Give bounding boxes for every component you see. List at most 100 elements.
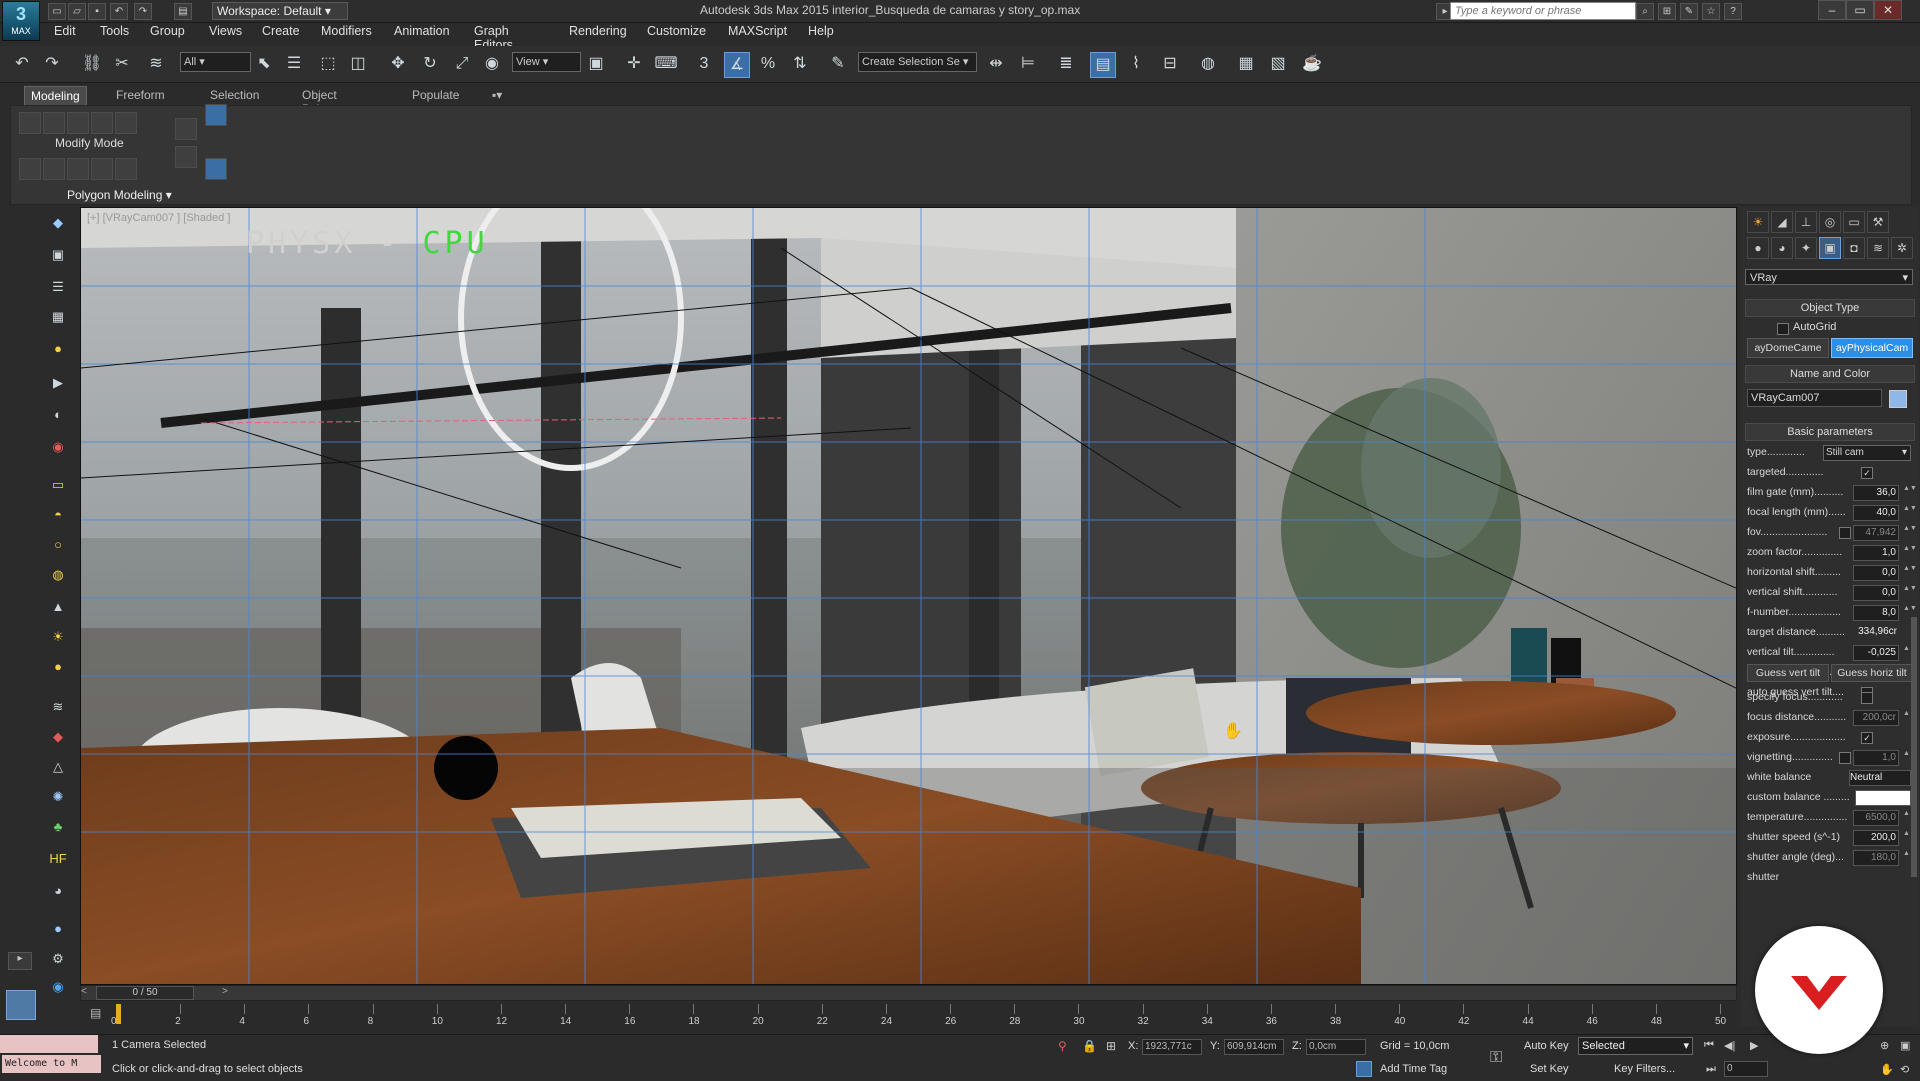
favorites-star-icon[interactable]: ☆: [1702, 3, 1720, 20]
half-sphere-icon[interactable]: ◐: [48, 405, 68, 425]
angle-snap-icon[interactable]: ∡: [724, 52, 750, 78]
param-checkbox[interactable]: ✓: [1861, 467, 1873, 479]
layer-explorer-icon[interactable]: ≣: [1054, 52, 1078, 76]
param-value-field[interactable]: 0,0: [1853, 585, 1899, 601]
render-icon[interactable]: ◉: [48, 437, 68, 457]
hierarchy-tab-icon[interactable]: ⊥: [1795, 211, 1817, 233]
undo-icon[interactable]: ↶: [10, 52, 34, 76]
tab-freeform[interactable]: Freeform: [110, 86, 171, 104]
param-value-field[interactable]: 8,0: [1853, 605, 1899, 621]
maxscript-listener-top[interactable]: [0, 1035, 98, 1053]
menu-modifiers[interactable]: Modifiers: [321, 24, 372, 38]
settings-icon[interactable]: ⚙: [48, 949, 68, 969]
basic-parameters-section[interactable]: Basic parameters: [1745, 423, 1915, 441]
named-selection-dropdown[interactable]: Create Selection Se ▾: [858, 52, 977, 72]
prev-key-icon[interactable]: ◀|: [1724, 1039, 1735, 1052]
pivot-center-icon[interactable]: ▣: [584, 52, 608, 76]
track-bar[interactable]: 0 2 4 6 8 10 12 14 16 18 20 22 24 26 28 30 32 34 36 38 40 42 4…: [80, 1002, 1735, 1032]
key-mode-toggle-icon[interactable]: ⏭: [1706, 1063, 1716, 1076]
minimize-button[interactable]: –: [1818, 0, 1846, 20]
menu-help[interactable]: Help: [808, 24, 834, 38]
add-time-tag[interactable]: Add Time Tag: [1380, 1063, 1447, 1075]
bind-spacewarp-icon[interactable]: ≋: [144, 52, 168, 76]
ribbon-expand-icon[interactable]: [205, 158, 227, 180]
y-coord-field[interactable]: 609,914cm: [1224, 1039, 1284, 1055]
plane-object-icon[interactable]: △: [48, 757, 68, 777]
mesh-light-icon[interactable]: ◍: [48, 565, 68, 585]
object-color-swatch[interactable]: [1889, 390, 1907, 408]
param-value-field[interactable]: 1,0: [1853, 545, 1899, 561]
ies-light-icon[interactable]: ▲: [48, 597, 68, 617]
tab-selection[interactable]: Selection: [204, 86, 265, 104]
selection-filter-dropdown[interactable]: All ▾: [180, 52, 251, 72]
schematic-view-icon[interactable]: ⊟: [1158, 52, 1182, 76]
camera-icon[interactable]: ▶: [48, 373, 68, 393]
placement-icon[interactable]: ◉: [480, 52, 504, 76]
ribbon-tool-2-icon[interactable]: [43, 158, 65, 180]
param-checkbox[interactable]: ✓: [1861, 732, 1873, 744]
modify-tab-icon[interactable]: ◢: [1771, 211, 1793, 233]
spinner-arrows-icon[interactable]: ▲▼: [1903, 505, 1917, 519]
keyboard-shortcut-icon[interactable]: ⌨: [654, 52, 678, 76]
dome-icon[interactable]: ◓: [48, 505, 68, 525]
ribbon-tool-3-icon[interactable]: [67, 158, 89, 180]
field-of-view-icon[interactable]: ▣: [1900, 1039, 1910, 1052]
maximize-button[interactable]: ▭: [1846, 0, 1874, 20]
selection-lock-icon[interactable]: 🔒: [1082, 1039, 1097, 1053]
link-icon[interactable]: ⛓: [80, 52, 104, 76]
object-name-input[interactable]: VRayCam007: [1747, 389, 1882, 407]
plane-icon[interactable]: ▭: [48, 475, 68, 495]
param-checkbox[interactable]: [1839, 752, 1851, 764]
motion-tab-icon[interactable]: ◎: [1819, 211, 1841, 233]
white-balance-dropdown[interactable]: Neutral: [1849, 770, 1911, 786]
param-value-field[interactable]: 0,0: [1853, 565, 1899, 581]
lights-icon[interactable]: ✦: [1795, 237, 1817, 259]
camera-type-dropdown[interactable]: Still cam ▾: [1823, 445, 1911, 461]
render-teapot-icon[interactable]: ☕: [1300, 52, 1324, 76]
edit-named-selection-icon[interactable]: ✎: [826, 52, 850, 76]
subscription-icon[interactable]: ⊞: [1658, 3, 1676, 20]
current-frame-marker[interactable]: [116, 1004, 121, 1024]
spinner-arrows-icon[interactable]: ▲▼: [1903, 545, 1917, 559]
orbit-icon[interactable]: ⟲: [1900, 1063, 1909, 1076]
reference-coord-dropdown[interactable]: View ▾: [512, 52, 581, 72]
param-value-field[interactable]: -0,025: [1853, 645, 1899, 661]
menu-create[interactable]: Create: [262, 24, 300, 38]
rect-selection-icon[interactable]: ⬚: [316, 52, 340, 76]
spacewarps-icon[interactable]: ≋: [1867, 237, 1889, 259]
edge-icon[interactable]: [43, 112, 65, 134]
plant-icon[interactable]: ♣: [48, 817, 68, 837]
pan-icon[interactable]: ✋: [1880, 1063, 1894, 1076]
material-editor-icon[interactable]: ◍: [1196, 52, 1220, 76]
rendered-frame-icon[interactable]: ▧: [1266, 52, 1290, 76]
expand-strip-icon[interactable]: ▸: [8, 952, 32, 970]
scene-explorer-icon[interactable]: ▤: [1090, 52, 1116, 78]
undo-icon[interactable]: ↶: [110, 3, 128, 20]
key-mode-dropdown[interactable]: Selected ▾: [1578, 1037, 1693, 1055]
tab-modeling[interactable]: Modeling: [24, 86, 87, 105]
vray-physical-camera-button[interactable]: ayPhysicalCam: [1831, 338, 1913, 358]
create-tab-icon[interactable]: ☀: [1747, 211, 1769, 233]
polygon-modeling-dropdown[interactable]: Polygon Modeling ▾: [67, 188, 172, 202]
menu-edit[interactable]: Edit: [54, 24, 76, 38]
param-value-field[interactable]: 180,0: [1853, 850, 1899, 866]
x-coord-field[interactable]: 1923,771c: [1142, 1039, 1202, 1055]
grid-icon[interactable]: ▦: [48, 307, 68, 327]
maxscript-mini-listener[interactable]: Welcome to M: [2, 1055, 101, 1073]
systems-icon[interactable]: ✲: [1891, 237, 1913, 259]
param-checkbox[interactable]: [1839, 527, 1851, 539]
panel-scrollbar[interactable]: [1911, 617, 1917, 877]
autogrid-checkbox[interactable]: [1777, 323, 1789, 335]
help-icon[interactable]: ?: [1724, 3, 1742, 20]
scale-icon[interactable]: ⤢: [450, 52, 474, 76]
helpers-icon[interactable]: ◘: [1843, 237, 1865, 259]
menu-views[interactable]: Views: [209, 24, 242, 38]
communication-icon[interactable]: ✎: [1680, 3, 1698, 20]
mini-curve-editor-icon[interactable]: ▤: [90, 1006, 110, 1022]
param-value-field[interactable]: 6500,0: [1853, 810, 1899, 826]
percent-snap-icon[interactable]: %: [756, 52, 780, 76]
param-value-field[interactable]: 200,0: [1853, 830, 1899, 846]
spinner-arrows-icon[interactable]: ▲▼: [1903, 525, 1917, 539]
material-icon[interactable]: ◕: [48, 881, 68, 901]
close-button[interactable]: ✕: [1874, 0, 1902, 20]
